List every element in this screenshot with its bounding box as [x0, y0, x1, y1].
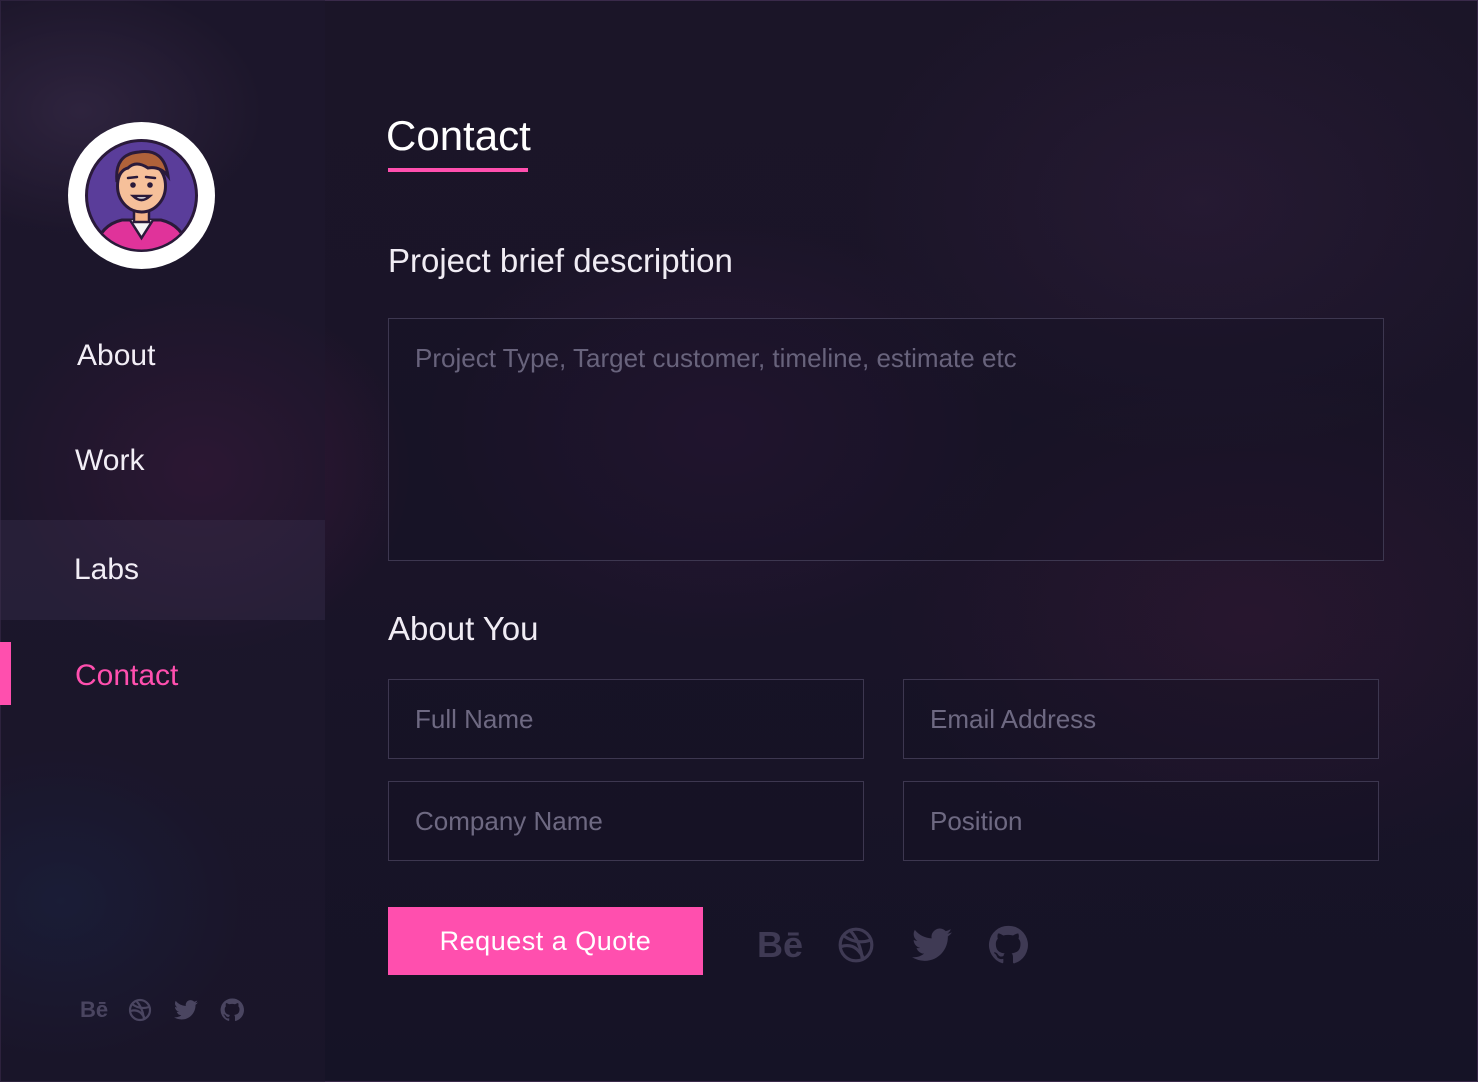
twitter-icon[interactable]	[909, 922, 955, 968]
contact-main: Contact Project brief description About …	[0, 0, 1478, 1082]
position-field[interactable]	[903, 781, 1379, 861]
dribbble-icon[interactable]	[833, 922, 879, 968]
about-you-label: About You	[388, 610, 539, 647]
project-brief-label: Project brief description	[388, 242, 733, 279]
page-title: Contact	[386, 112, 531, 159]
email-field[interactable]	[903, 679, 1379, 759]
company-name-field[interactable]	[388, 781, 864, 861]
project-brief-textarea[interactable]	[388, 318, 1384, 561]
behance-icon[interactable]: Bē	[757, 922, 803, 968]
full-name-field[interactable]	[388, 679, 864, 759]
request-quote-button[interactable]: Request a Quote	[388, 907, 703, 975]
title-underline	[388, 168, 528, 172]
main-social-links: Bē	[757, 922, 1031, 968]
github-icon[interactable]	[985, 922, 1031, 968]
